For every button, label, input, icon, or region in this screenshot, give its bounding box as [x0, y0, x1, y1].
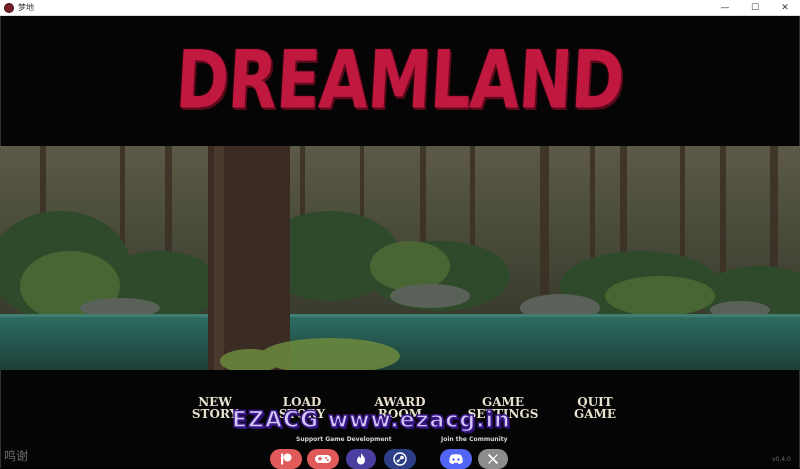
flame-button[interactable]: [346, 449, 376, 469]
app-icon: [4, 3, 14, 13]
maximize-button[interactable]: ☐: [740, 0, 770, 16]
flame-icon: [357, 453, 365, 465]
version-label: v0.4.0: [772, 456, 791, 463]
game-logo: DREAMLAND: [173, 34, 627, 128]
minimize-button[interactable]: —: [710, 0, 740, 16]
credits-label[interactable]: 鸣谢: [4, 447, 28, 464]
discord-icon: [449, 454, 463, 464]
gamepad-button[interactable]: [307, 449, 339, 469]
discord-button[interactable]: [440, 449, 472, 469]
gamepad-icon: [315, 455, 331, 463]
quit-game-button[interactable]: QUIT GAME: [566, 396, 624, 420]
patreon-icon: [281, 453, 292, 465]
steam-icon: [393, 452, 407, 466]
forest-illustration: [0, 146, 800, 370]
forest-lake-scene: [0, 146, 800, 370]
quit-game-label-2: GAME: [574, 407, 616, 421]
window-title: 梦地: [18, 3, 34, 12]
x-icon: [487, 453, 499, 465]
watermark-text: EZACG www.ezacg.in: [231, 407, 511, 434]
logo-area: DREAMLAND: [0, 16, 800, 146]
support-label: Support Game Development: [296, 436, 392, 443]
steam-button[interactable]: [384, 449, 416, 469]
close-button[interactable]: ✕: [770, 0, 800, 16]
window-titlebar[interactable]: 梦地 — ☐ ✕: [0, 0, 800, 16]
community-label: Join the Community: [441, 436, 508, 443]
patreon-button[interactable]: [270, 449, 302, 469]
x-button[interactable]: [478, 449, 508, 469]
